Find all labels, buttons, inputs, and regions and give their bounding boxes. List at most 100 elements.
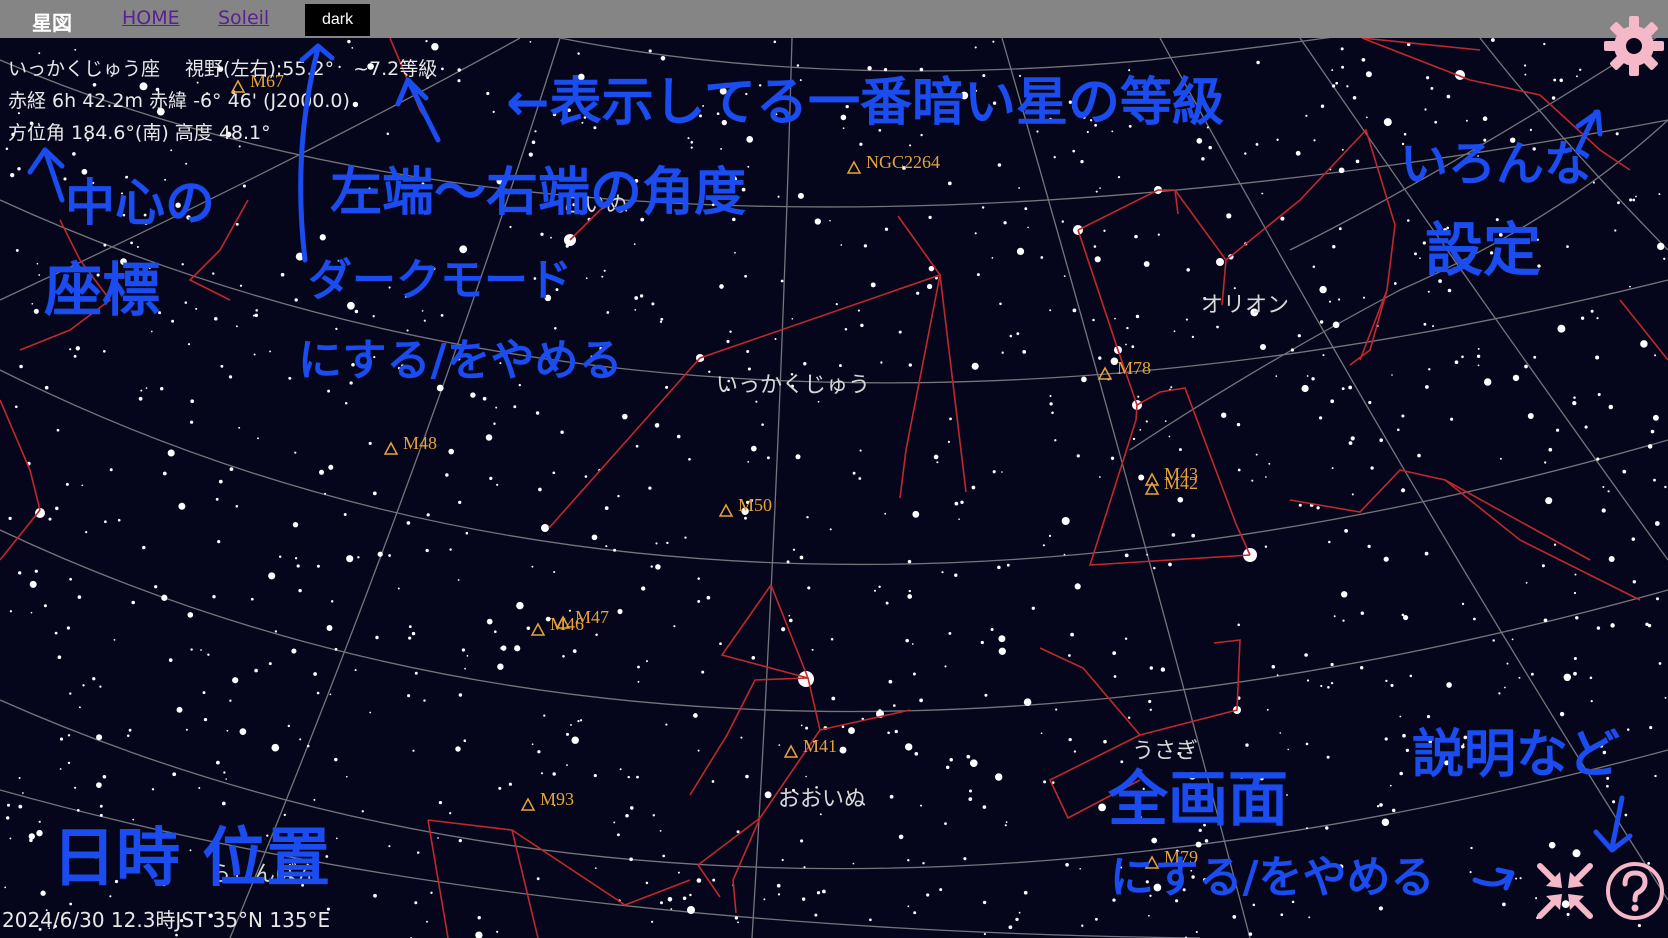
star: [1428, 739, 1433, 744]
star: [716, 112, 720, 116]
star: [1596, 626, 1601, 630]
star: [1361, 57, 1366, 62]
star: [1103, 229, 1106, 232]
star: [15, 248, 19, 252]
star: [168, 658, 173, 662]
star: [1655, 597, 1660, 601]
nav-link-home[interactable]: HOME: [122, 7, 180, 29]
star: [63, 177, 67, 181]
star: [1319, 416, 1323, 420]
star: [1597, 392, 1601, 397]
star: [1541, 564, 1545, 568]
star: [566, 732, 569, 736]
star: [1151, 837, 1158, 844]
dark-mode-button[interactable]: dark: [305, 4, 370, 36]
star: [1055, 708, 1058, 711]
star: [1268, 462, 1271, 465]
star: [912, 510, 920, 518]
star: [1110, 456, 1115, 460]
star: [190, 648, 193, 651]
star: [408, 625, 412, 629]
star: [200, 649, 202, 651]
star: [113, 638, 116, 641]
star: [1664, 485, 1667, 489]
star: [125, 175, 129, 179]
star: [215, 497, 219, 501]
star: [416, 851, 420, 854]
star: [1233, 287, 1236, 290]
star: [67, 761, 71, 765]
nav-link-soleil[interactable]: Soleil: [218, 7, 269, 29]
star: [852, 862, 855, 865]
help-icon[interactable]: [1604, 860, 1666, 922]
star: [386, 132, 390, 136]
star: [69, 348, 72, 351]
star: [1306, 827, 1308, 830]
star: [1653, 478, 1656, 482]
star: [734, 251, 736, 254]
star: [1332, 84, 1336, 88]
fullscreen-exit-icon[interactable]: [1534, 860, 1596, 922]
star: [1276, 138, 1279, 141]
star: [130, 241, 133, 245]
dso-label: M79: [1164, 847, 1198, 867]
star: [1061, 220, 1065, 223]
star: [1031, 606, 1035, 610]
star: [1146, 553, 1149, 556]
star: [1572, 849, 1581, 858]
star: [811, 648, 814, 651]
star: [976, 273, 980, 277]
star: [983, 933, 986, 936]
star: [1537, 264, 1541, 268]
star: [651, 302, 655, 306]
star: [1312, 265, 1316, 269]
star: [908, 363, 912, 367]
star: [1168, 562, 1172, 567]
star: [274, 630, 278, 633]
star: [688, 457, 691, 461]
star: [1401, 488, 1406, 493]
dso-label: M42: [1164, 473, 1198, 493]
sky-map[interactable]: NGC2264M78M43M42M48M50M46M47M41M93M79M67…: [0, 38, 1668, 938]
star: [48, 517, 52, 521]
star: [1340, 47, 1344, 51]
star: [408, 636, 412, 640]
star: [335, 837, 338, 840]
star: [440, 314, 444, 317]
star: [185, 162, 188, 165]
star: [238, 426, 241, 429]
star: [113, 262, 117, 266]
star: [1195, 930, 1198, 934]
star: [1499, 457, 1502, 460]
gear-icon[interactable]: [1602, 14, 1666, 78]
star: [1338, 167, 1345, 174]
star: [799, 79, 802, 82]
star: [941, 571, 944, 574]
star: [916, 291, 920, 295]
star: [1589, 676, 1593, 680]
star: [599, 347, 603, 350]
star: [1164, 420, 1167, 422]
star: [291, 648, 297, 654]
star: [860, 323, 864, 328]
star: [1518, 676, 1521, 679]
star: [1419, 257, 1421, 260]
star: [1073, 750, 1077, 753]
star: [949, 758, 953, 762]
star: [949, 417, 952, 421]
star: [31, 302, 34, 305]
star: [1654, 774, 1657, 778]
star: [775, 99, 778, 102]
star: [1624, 813, 1628, 817]
star: [1001, 351, 1004, 354]
star: [1125, 343, 1127, 346]
star: [1327, 686, 1330, 689]
star: [128, 728, 132, 732]
star: [1470, 846, 1473, 850]
star: [907, 859, 910, 862]
star: [316, 691, 320, 695]
star: [148, 267, 151, 270]
star: [92, 677, 96, 681]
star: [1502, 902, 1506, 907]
star: [477, 916, 481, 920]
